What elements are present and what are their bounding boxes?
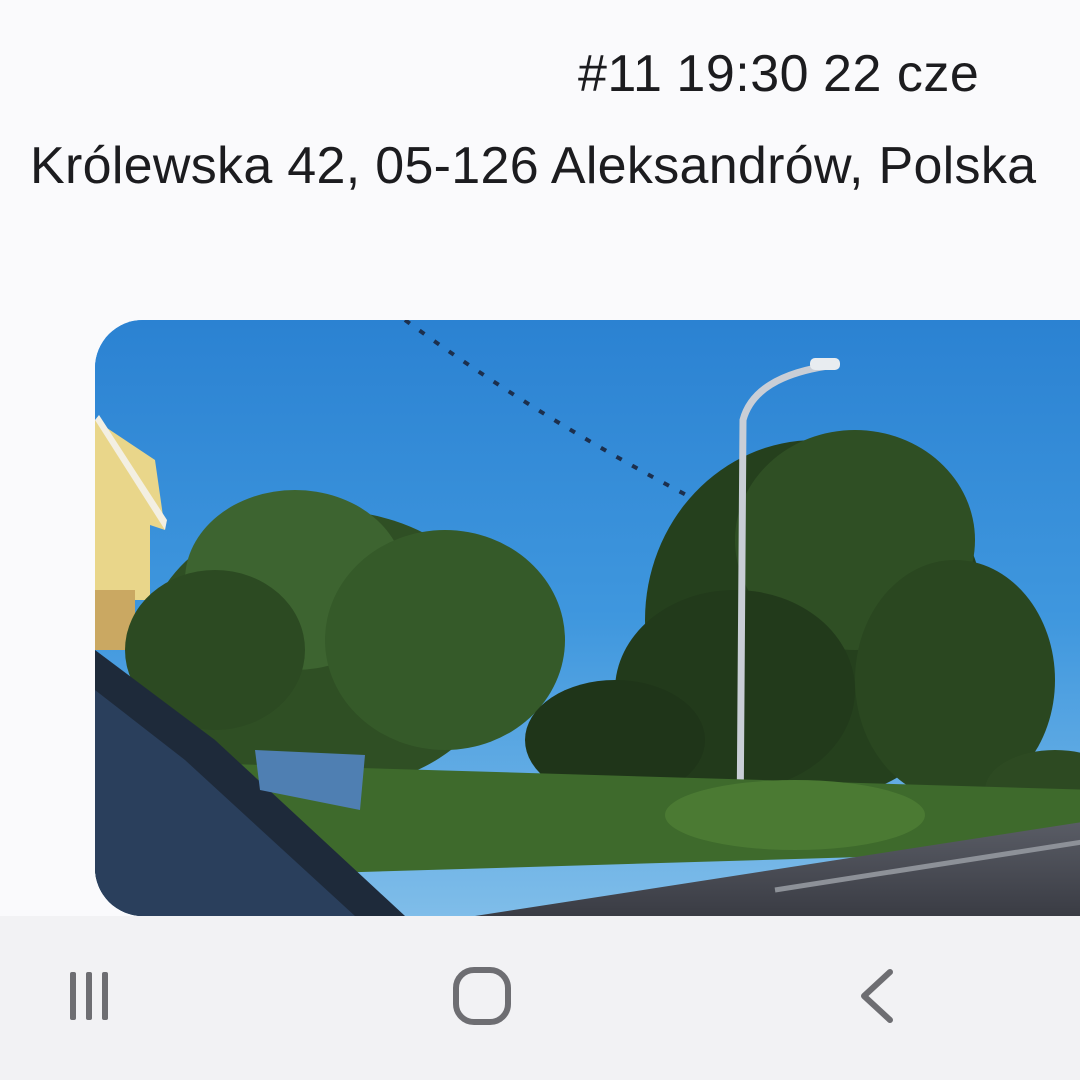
entry-number: #11 bbox=[578, 45, 663, 103]
home-button[interactable] bbox=[442, 956, 522, 1036]
entry-meta: #11 19:30 22 cze bbox=[578, 44, 993, 104]
screen: #11 19:30 22 cze Królewska 42, 05-126 Alek… bbox=[0, 0, 1080, 1080]
entry-time: 19:30 bbox=[676, 45, 810, 103]
system-navigation-bar bbox=[0, 916, 1080, 1080]
home-icon bbox=[453, 967, 511, 1025]
back-icon bbox=[861, 969, 893, 1023]
back-button[interactable] bbox=[840, 956, 920, 1036]
street-photo-image bbox=[95, 320, 1080, 916]
entry-address: Królewska 42, 05-126 Aleksandrów, Polska bbox=[30, 137, 1037, 195]
street-photo[interactable] bbox=[95, 320, 1080, 916]
entry-date: 22 cze bbox=[823, 45, 980, 103]
recents-button[interactable] bbox=[46, 956, 126, 1036]
recents-icon bbox=[70, 972, 108, 1020]
